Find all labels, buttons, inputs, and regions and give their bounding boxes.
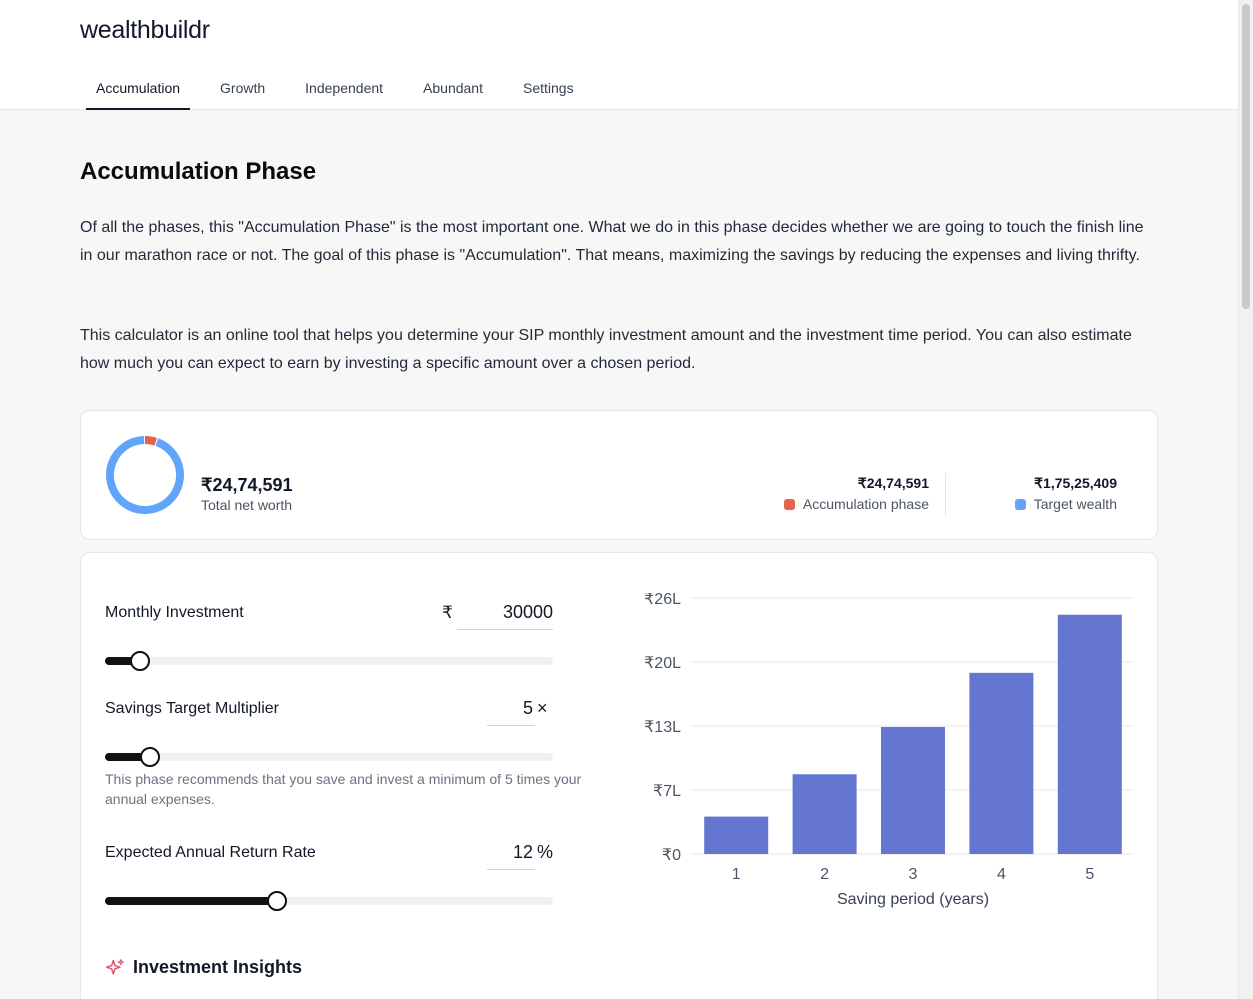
- accumulation-phase-label: Accumulation phase: [802, 496, 929, 512]
- chart-y-tick-label: ₹26L: [644, 593, 681, 608]
- total-net-worth-value: ₹24,74,591: [201, 475, 293, 495]
- chart-bar: [881, 726, 945, 854]
- tab-abundant[interactable]: Abundant: [413, 68, 493, 110]
- chart-y-tick-label: ₹20L: [644, 655, 681, 672]
- target-color-swatch: [1014, 498, 1026, 510]
- savings-multiplier-slider[interactable]: [105, 747, 553, 767]
- monthly-investment-slider-thumb[interactable]: [129, 651, 150, 671]
- investment-insights-title: Investment Insights: [133, 957, 303, 977]
- savings-multiplier-slider-thumb[interactable]: [139, 747, 160, 767]
- chart-bar: [792, 774, 857, 854]
- return-rate-suffix: %: [537, 842, 554, 862]
- donut-target-segment: [106, 436, 184, 514]
- tab-growth[interactable]: Growth: [210, 68, 275, 110]
- tab-independent[interactable]: Independent: [295, 68, 393, 110]
- savings-multiplier-value: 5: [522, 698, 533, 718]
- target-legend: ₹1,75,25,409 Target wealth: [1014, 475, 1117, 512]
- return-rate-input[interactable]: 12: [487, 842, 535, 870]
- accumulation-phase-value: ₹24,74,591: [857, 475, 929, 491]
- multiplier-suffix: ×: [537, 698, 548, 718]
- chart-y-tick-label: ₹7L: [653, 783, 681, 800]
- chart-bar: [969, 672, 1034, 854]
- accumulation-legend: ₹24,74,591 Accumulation phase: [783, 475, 929, 512]
- savings-multiplier-input[interactable]: 5: [487, 698, 535, 726]
- net-worth-summary-card: ₹24,74,591 Total net worth ₹24,74,591 Ac…: [80, 410, 1158, 540]
- chart-bar: [704, 816, 769, 854]
- total-net-worth-label: Total net worth: [201, 497, 293, 513]
- investment-insights-header: Investment Insights: [105, 957, 302, 978]
- return-rate-slider[interactable]: [105, 891, 553, 911]
- tab-settings[interactable]: Settings: [513, 68, 584, 110]
- monthly-investment-input[interactable]: 30000: [457, 602, 553, 630]
- phase-tabs: Accumulation Growth Independent Abundant…: [86, 68, 604, 110]
- target-wealth-label: Target wealth: [1033, 496, 1117, 512]
- net-worth-donut-chart: [106, 436, 184, 514]
- savings-growth-bar-chart: ₹0 ₹7L ₹13L ₹20L ₹26L 1 2 3 4 5 Saving period (yea…: [644, 593, 1134, 908]
- chart-x-tick-label: 3: [909, 866, 918, 883]
- page-title: Accumulation Phase: [80, 158, 317, 185]
- brand-logo[interactable]: wealthbuildr: [80, 16, 210, 45]
- monthly-investment-slider[interactable]: [105, 651, 553, 671]
- return-rate-slider-fill: [105, 897, 278, 905]
- return-rate-slider-thumb[interactable]: [267, 891, 288, 911]
- scrollbar-thumb[interactable]: [1242, 4, 1250, 309]
- savings-multiplier-label: Savings Target Multiplier: [105, 700, 280, 717]
- tab-accumulation[interactable]: Accumulation: [86, 68, 191, 110]
- chart-y-tick-label: ₹13L: [644, 719, 681, 736]
- multiplier-recommendation-text: This phase recommends that you save and …: [105, 771, 582, 807]
- chart-x-tick-label: 4: [997, 866, 1006, 883]
- intro-paragraph: Of all the phases, this "Accumulation Ph…: [80, 219, 1144, 264]
- chart-x-tick-label: 1: [732, 866, 741, 883]
- page-scrollbar[interactable]: [1238, 0, 1253, 999]
- top-navigation-bar: wealthbuildr Accumulation Growth Indepen…: [0, 0, 1238, 110]
- calculator-description: This calculator is an online tool that h…: [80, 327, 1132, 372]
- legend-divider: [945, 473, 946, 517]
- chart-x-tick-label: 5: [1085, 866, 1094, 883]
- chart-x-tick-label: 2: [820, 866, 829, 883]
- sparkles-icon: [105, 958, 124, 975]
- chart-y-tick-label: ₹0: [662, 847, 681, 864]
- monthly-investment-label: Monthly Investment: [105, 604, 244, 621]
- return-rate-value: 12: [512, 842, 533, 862]
- return-rate-label: Expected Annual Return Rate: [105, 844, 316, 861]
- rupee-symbol: ₹: [442, 603, 453, 622]
- accumulation-color-swatch: [783, 498, 795, 510]
- chart-x-axis-label: Saving period (years): [837, 891, 989, 908]
- target-wealth-value: ₹1,75,25,409: [1034, 475, 1117, 491]
- sip-calculator-card: Monthly Investment ₹ 30000 Savings Targe…: [80, 552, 1158, 999]
- chart-bar: [1057, 614, 1122, 854]
